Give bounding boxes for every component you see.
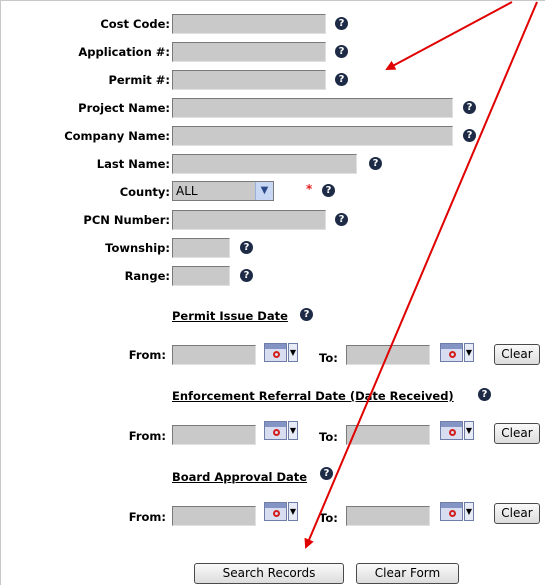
annotation-arrow-to-search: [304, 1, 538, 549]
annotation-arrow-to-form: [385, 1, 513, 70]
annotation-arrows: [304, 1, 538, 549]
